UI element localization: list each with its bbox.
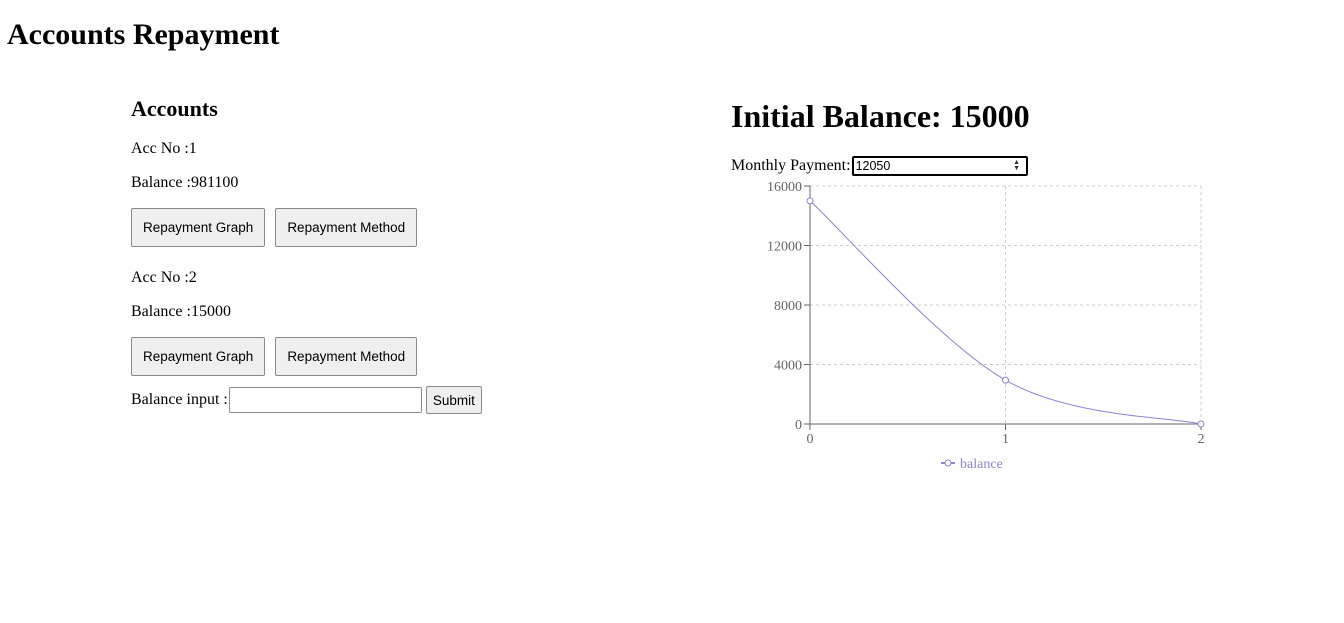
account-item: Acc No :1 Balance :981100 Repayment Grap… bbox=[131, 140, 551, 247]
graph-panel: Initial Balance: 15000 Monthly Payment: … bbox=[731, 96, 1231, 486]
account-balance: Balance :15000 bbox=[131, 303, 231, 320]
repayment-chart: 0 4000 8000 12000 16000 0 1 2 balance bbox=[767, 180, 1205, 472]
repayment-method-button[interactable]: Repayment Method bbox=[275, 337, 418, 376]
repayment-graph-button[interactable]: Repayment Graph bbox=[131, 337, 266, 376]
y-tick-label: 0 bbox=[795, 418, 802, 433]
legend-label: balance bbox=[960, 457, 1003, 472]
y-tick-label: 16000 bbox=[767, 180, 802, 195]
x-tick-label: 0 bbox=[807, 432, 814, 447]
legend-marker-icon bbox=[944, 459, 952, 467]
balance-form: Balance input : Submit bbox=[131, 386, 551, 414]
repayment-method-button[interactable]: Repayment Method bbox=[275, 208, 418, 247]
data-point bbox=[806, 197, 814, 205]
submit-button[interactable]: Submit bbox=[425, 386, 482, 414]
data-point bbox=[1197, 420, 1205, 428]
y-tick-label: 8000 bbox=[774, 299, 802, 314]
repayment-graph-button[interactable]: Repayment Graph bbox=[131, 208, 266, 247]
account-item: Acc No :2 Balance :15000 Repayment Graph… bbox=[131, 269, 551, 376]
x-tick-label: 2 bbox=[1198, 432, 1205, 447]
page-title: Accounts Repayment bbox=[7, 18, 280, 51]
y-tick-label: 12000 bbox=[767, 240, 802, 255]
balance-input-label: Balance input : bbox=[131, 391, 228, 408]
account-balance: Balance :981100 bbox=[131, 174, 239, 191]
data-point bbox=[1002, 376, 1009, 384]
accounts-heading: Accounts bbox=[131, 96, 218, 121]
balance-input[interactable] bbox=[228, 387, 422, 413]
y-tick-label: 4000 bbox=[774, 359, 802, 374]
x-tick-label: 1 bbox=[1002, 432, 1009, 447]
accounts-panel: Accounts Acc No :1 Balance :981100 Repay… bbox=[131, 96, 551, 414]
account-number: Acc No :1 bbox=[131, 140, 197, 157]
account-number: Acc No :2 bbox=[131, 269, 197, 286]
